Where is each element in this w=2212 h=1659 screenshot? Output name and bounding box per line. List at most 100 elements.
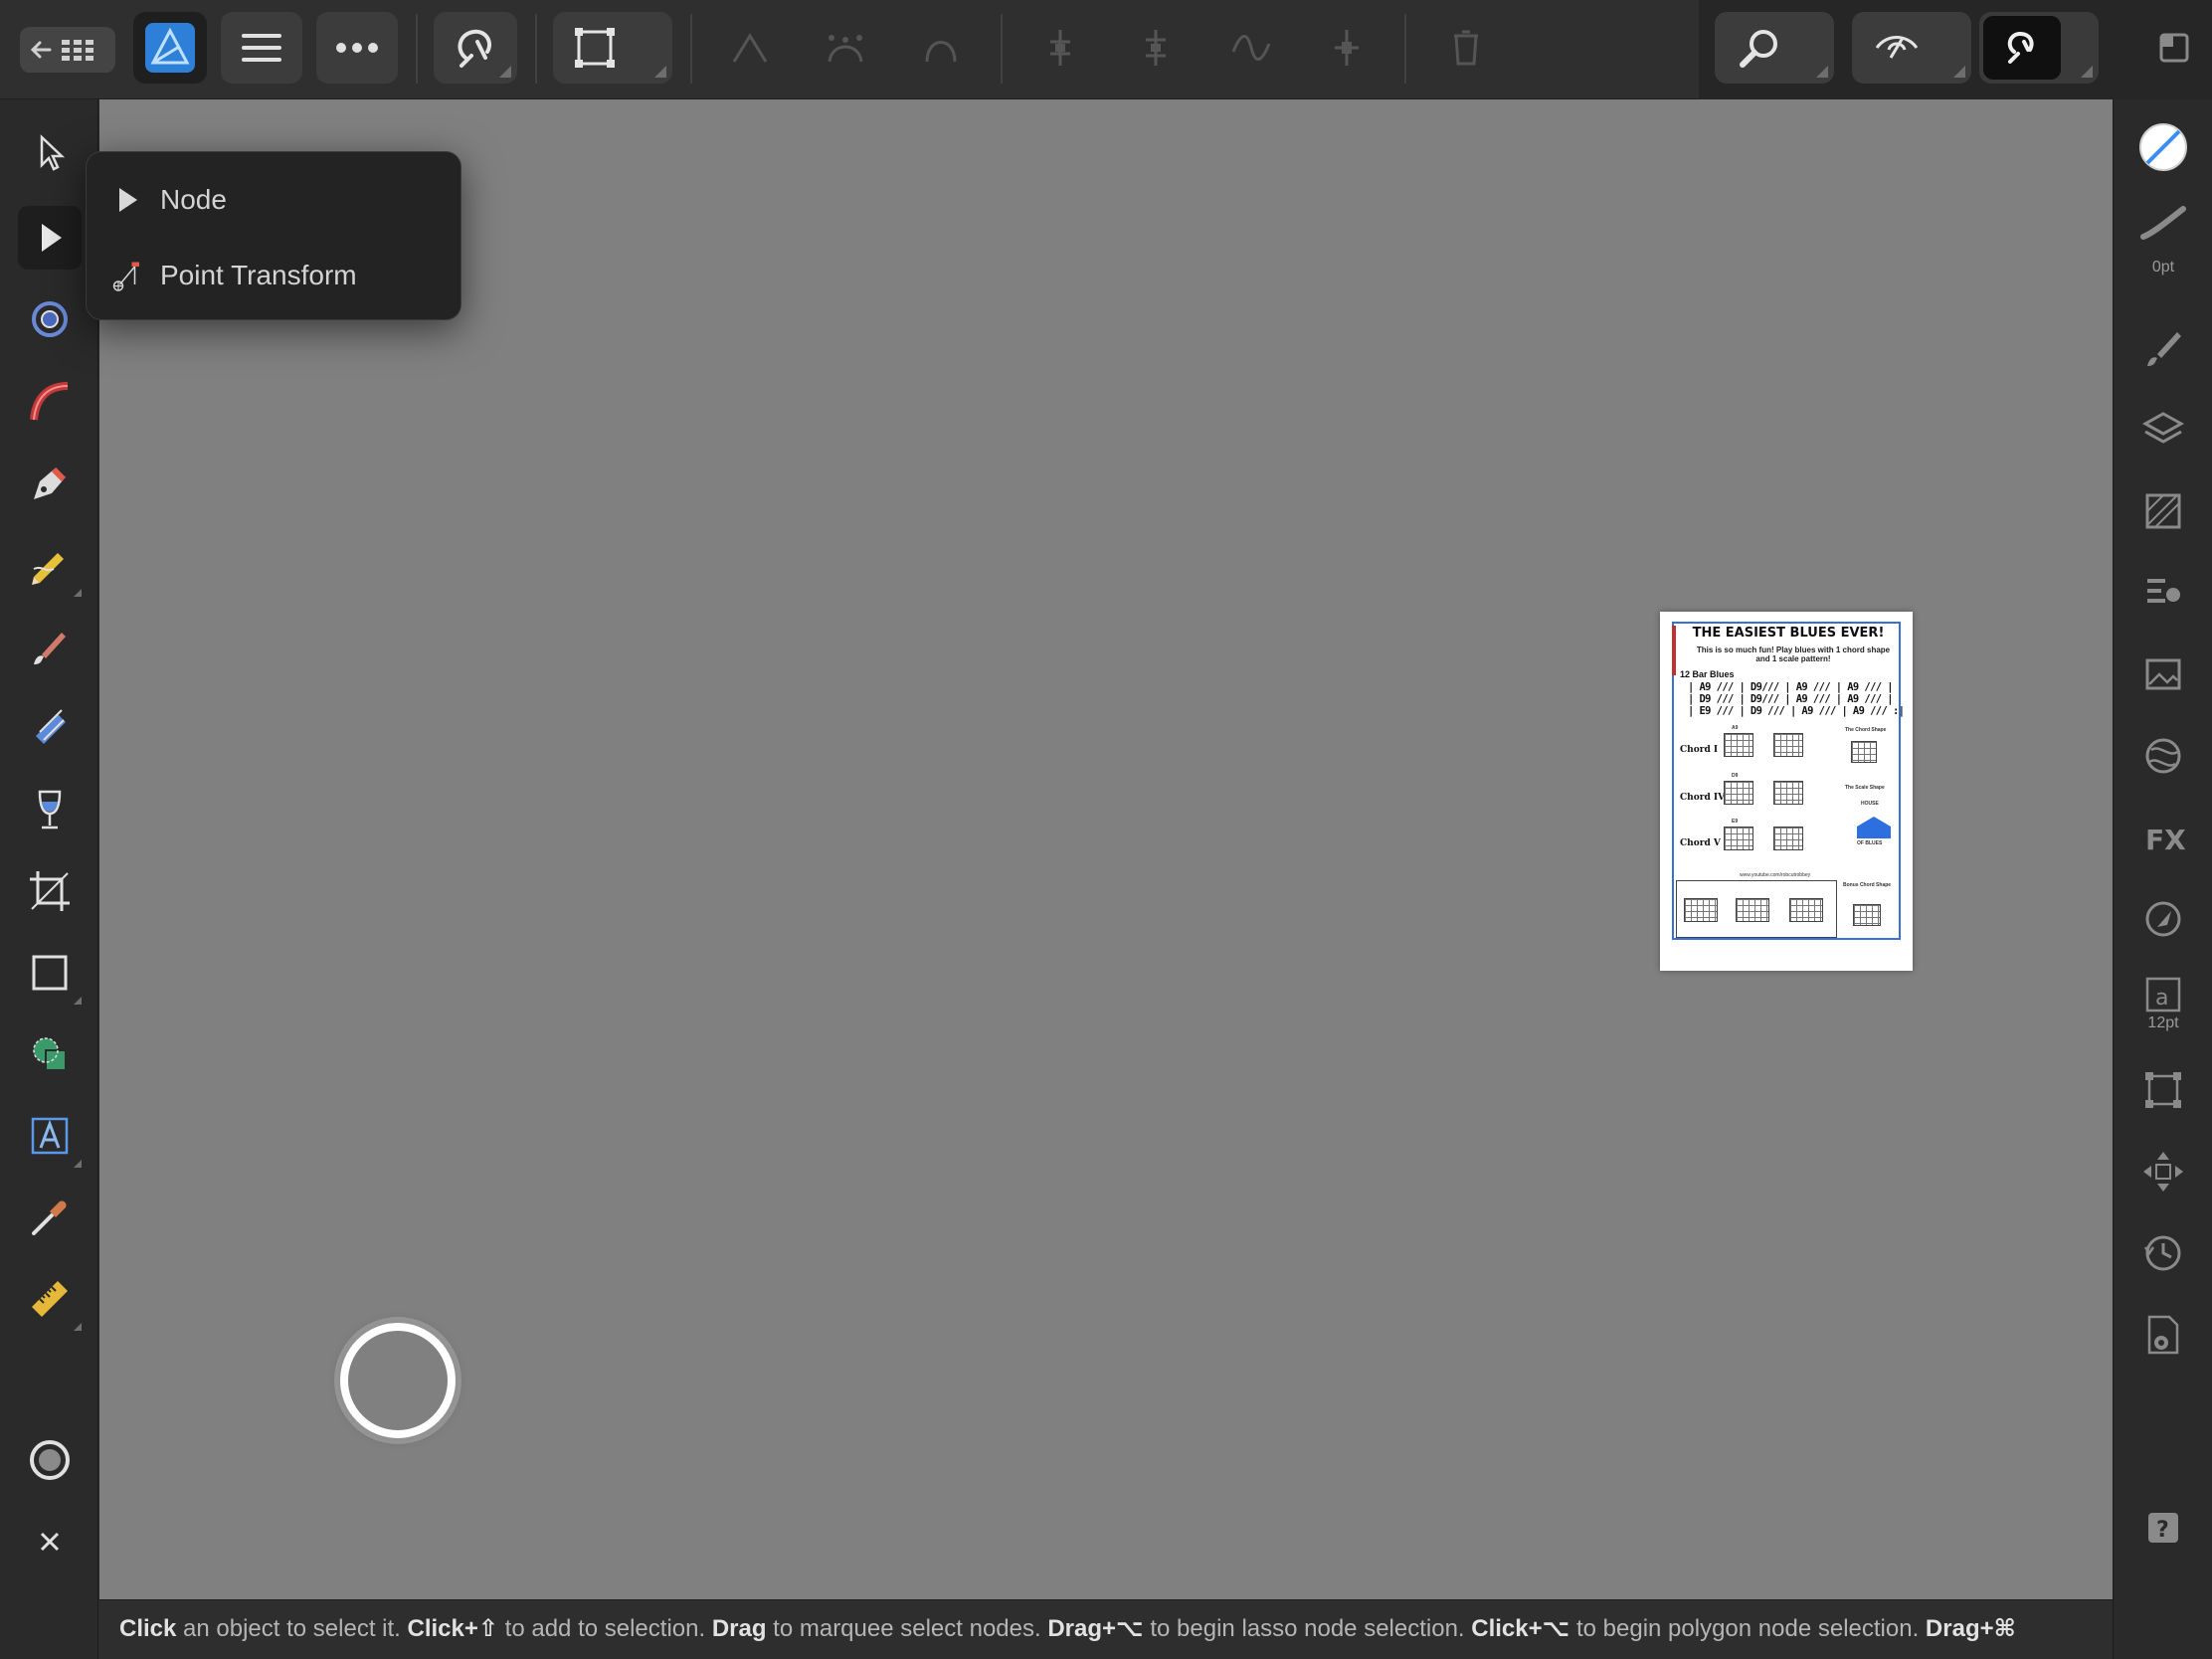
- designer-persona-button[interactable]: [133, 12, 207, 84]
- rectangle-icon: [32, 955, 68, 991]
- doc-chord-progression: | A9 /// | D9/// | A9 /// | A9 /// | | D9…: [1688, 681, 1905, 717]
- join-curves-button[interactable]: [1315, 12, 1379, 84]
- help-button[interactable]: ?: [2131, 1496, 2195, 1560]
- history-panel-button[interactable]: [2131, 1221, 2195, 1285]
- bar-line: | E9 /// | D9 /// | A9 /// | A9 /// :|: [1688, 705, 1905, 717]
- bar-line: | A9 /// | D9/// | A9 /// | A9 /// |: [1688, 681, 1894, 693]
- back-to-documents-button[interactable]: [20, 27, 115, 73]
- swap-colors-button[interactable]: [18, 1510, 82, 1573]
- snapping-options-button[interactable]: [434, 12, 517, 84]
- corner-tool-icon: [30, 299, 70, 339]
- color-picker-tool[interactable]: [18, 1186, 82, 1249]
- view-mode-button[interactable]: [1852, 12, 1971, 84]
- status-key: Drag: [711, 1615, 767, 1642]
- canvas[interactable]: THE EASIEST BLUES EVER! This is so much …: [99, 99, 2113, 1599]
- menu-item-node[interactable]: Node: [87, 170, 462, 230]
- status-desc: to marquee select nodes.: [766, 1615, 1048, 1642]
- doc-chord-name: A9: [1732, 725, 1739, 731]
- doc-bonus-label: Bonus Chord Shape: [1843, 882, 1892, 888]
- submenu-indicator: [654, 66, 666, 78]
- curve-tool-icon: [30, 382, 69, 421]
- move-tool[interactable]: [18, 121, 82, 185]
- brushes-panel-button[interactable]: [2131, 316, 2195, 380]
- more-options-button[interactable]: [316, 12, 398, 84]
- house-shape-icon: [1857, 817, 1891, 838]
- zoom-button[interactable]: [1715, 12, 1834, 84]
- node-tool[interactable]: [18, 206, 82, 270]
- toolbar-separator: [1404, 14, 1406, 84]
- status-text: Click an object to select it. Click+⇧ to…: [119, 1614, 2016, 1643]
- submenu-indicator: [1953, 66, 1965, 78]
- fullscreen-button[interactable]: [2142, 12, 2206, 84]
- rectangle-tool[interactable]: [18, 941, 82, 1005]
- color-wells-button[interactable]: [18, 1428, 82, 1492]
- chord-diagram: [1684, 898, 1718, 922]
- smart-node-button[interactable]: [909, 12, 973, 84]
- node-tool-flyout-menu: Node Point Transform: [86, 151, 461, 320]
- vector-brush-tool[interactable]: [18, 615, 82, 678]
- chord-diagram: [1724, 733, 1753, 757]
- appearance-panel-button[interactable]: [2131, 479, 2195, 543]
- pen-tool[interactable]: [18, 452, 82, 515]
- corner-tool[interactable]: [18, 287, 82, 351]
- assets-panel-button[interactable]: [2131, 643, 2195, 706]
- snapping-toggle-button[interactable]: [1979, 12, 2099, 84]
- status-desc: an object to select it.: [176, 1615, 408, 1642]
- color-well-icon: [30, 1440, 70, 1480]
- transform-mode-button[interactable]: [553, 12, 672, 84]
- appearance-icon: [2145, 493, 2181, 529]
- toolbar-separator: [1001, 14, 1003, 84]
- styles-panel-button[interactable]: [2131, 561, 2195, 625]
- tools-panel: [0, 99, 98, 1659]
- join-curves-icon: [1335, 30, 1359, 66]
- navigator-panel-button[interactable]: [2131, 1140, 2195, 1203]
- doc-chord-label: Chord IV: [1680, 793, 1726, 803]
- crop-icon: [30, 871, 70, 911]
- transparency-tool[interactable]: [18, 778, 82, 841]
- sharp-node-button[interactable]: [718, 12, 782, 84]
- brush-icon: [34, 633, 66, 664]
- artistic-text-tool[interactable]: [18, 1104, 82, 1168]
- doc-chord-name: E9: [1732, 819, 1739, 825]
- bounding-box-icon: [575, 28, 615, 68]
- close-curve-button[interactable]: [1124, 12, 1188, 84]
- document-settings-button[interactable]: [2131, 1303, 2195, 1367]
- adjustments-panel-button[interactable]: [2131, 887, 2195, 951]
- move-arrows-icon: [2143, 1152, 2183, 1192]
- status-key: Drag+⌘: [1925, 1615, 2016, 1642]
- stroke-panel-button[interactable]: [2131, 191, 2195, 255]
- crop-tool[interactable]: [18, 859, 82, 923]
- bar-line: | D9 /// | D9/// | A9 /// | A9 /// |: [1688, 693, 1894, 705]
- effects-panel-button[interactable]: FX: [2131, 806, 2195, 869]
- hamburger-menu-icon: [242, 34, 281, 62]
- menu-button[interactable]: [221, 12, 302, 84]
- transform-box-icon: [2145, 1072, 2181, 1108]
- break-curve-button[interactable]: [1028, 12, 1092, 84]
- transform-panel-button[interactable]: [2131, 1058, 2195, 1122]
- symbols-panel-button[interactable]: [2131, 724, 2195, 788]
- symbols-icon: [2145, 738, 2181, 774]
- fill-tool-icon: [36, 709, 66, 744]
- stroke-icon: [2140, 206, 2186, 240]
- pencil-curve-tool[interactable]: [18, 370, 82, 434]
- smooth-node-button[interactable]: [814, 12, 877, 84]
- submenu-indicator: [74, 589, 82, 597]
- delete-button[interactable]: [1434, 12, 1498, 84]
- shape-builder-tool[interactable]: [18, 1022, 82, 1086]
- pencil-tool[interactable]: [18, 533, 82, 597]
- chord-diagram: [1736, 898, 1769, 922]
- menu-item-label: Point Transform: [160, 260, 357, 290]
- colour-panel-button[interactable]: [2131, 115, 2195, 179]
- status-key: Click+⌥: [1471, 1615, 1570, 1642]
- smooth-curve-button[interactable]: [1219, 12, 1283, 84]
- menu-item-point-transform[interactable]: Point Transform: [87, 246, 462, 305]
- smart-node-icon: [925, 41, 957, 63]
- layers-panel-button[interactable]: [2131, 398, 2195, 461]
- status-key: Drag+⌥: [1047, 1615, 1144, 1642]
- chord-diagram: [1773, 733, 1803, 757]
- document-artboard[interactable]: THE EASIEST BLUES EVER! This is so much …: [1660, 612, 1913, 971]
- measure-tool[interactable]: [18, 1267, 82, 1331]
- ellipsis-icon: [336, 43, 378, 53]
- fill-tool[interactable]: [18, 696, 82, 760]
- submenu-indicator: [1816, 66, 1828, 78]
